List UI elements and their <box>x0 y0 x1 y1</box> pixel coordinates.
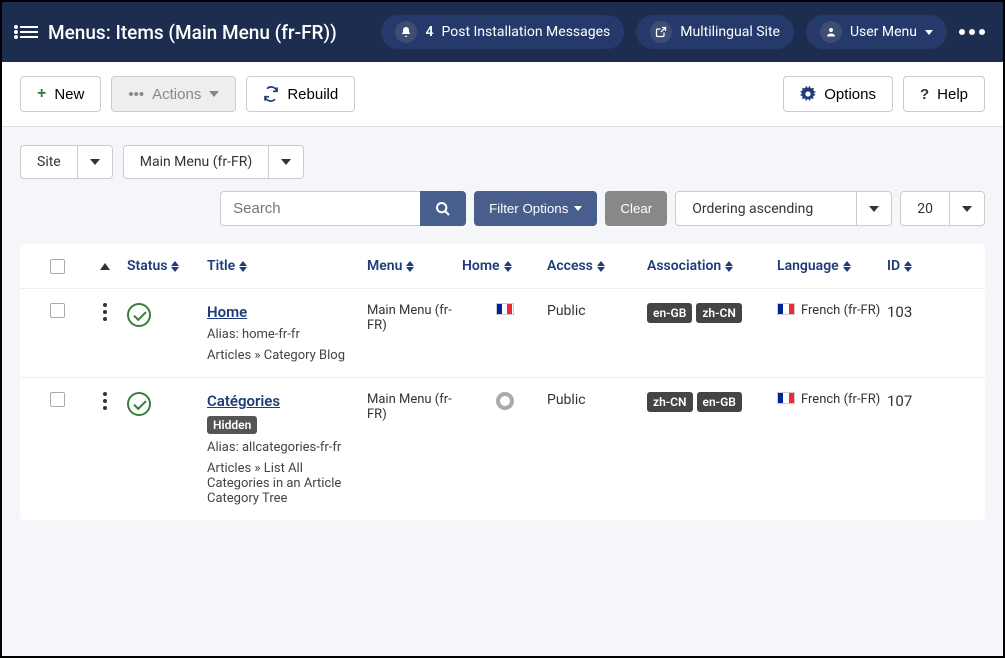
options-label: Options <box>824 86 876 103</box>
question-icon: ? <box>920 86 929 103</box>
item-title-link[interactable]: Catégories <box>207 392 280 410</box>
association-badge[interactable]: zh-CN <box>647 392 693 412</box>
item-language: French (fr-FR) <box>801 392 880 407</box>
hidden-badge: Hidden <box>207 416 257 434</box>
notification-count: 4 <box>425 24 433 40</box>
item-access: Public <box>547 303 586 319</box>
item-access: Public <box>547 392 586 408</box>
help-label: Help <box>937 86 968 103</box>
help-button[interactable]: ? Help <box>903 76 985 112</box>
association-badge[interactable]: en-GB <box>647 303 692 323</box>
item-menu: Main Menu (fr-FR) <box>367 303 462 333</box>
table-row: Home Alias: home-fr-fr Articles » Catego… <box>20 288 985 377</box>
filter-options-button[interactable]: Filter Options <box>474 191 597 226</box>
chevron-down-icon <box>209 91 219 97</box>
item-id: 107 <box>887 392 912 410</box>
status-published-icon[interactable] <box>127 392 151 416</box>
item-path: Articles » List All Categories in an Art… <box>207 461 367 506</box>
status-published-icon[interactable] <box>127 303 151 327</box>
chevron-down-icon[interactable] <box>856 192 891 225</box>
column-home[interactable]: Home <box>462 258 547 274</box>
limit-select[interactable]: 20 <box>900 191 985 226</box>
row-checkbox[interactable] <box>50 303 65 318</box>
home-flag-icon[interactable] <box>496 303 514 315</box>
actions-label: Actions <box>152 86 201 103</box>
home-default-icon[interactable] <box>496 392 514 410</box>
notifications-button[interactable]: 4 Post Installation Messages <box>381 15 624 49</box>
search-button[interactable] <box>420 191 466 226</box>
items-table: Status Title Menu Home Access Associatio… <box>20 244 985 520</box>
column-id[interactable]: ID <box>887 258 942 274</box>
ellipsis-icon: ••• <box>128 86 144 103</box>
chevron-down-icon[interactable] <box>77 146 112 178</box>
chevron-down-icon[interactable] <box>949 192 984 225</box>
item-alias: Alias: allcategories-fr-fr <box>207 440 341 455</box>
client-value: Site <box>21 146 77 178</box>
frontend-link[interactable]: Multilingual Site <box>636 15 794 49</box>
menu-toggle-icon[interactable] <box>20 26 38 38</box>
chevron-down-icon <box>925 30 933 35</box>
row-actions-menu[interactable] <box>103 303 107 321</box>
table-header: Status Title Menu Home Access Associatio… <box>20 244 985 288</box>
clear-button[interactable]: Clear <box>605 191 667 226</box>
column-status[interactable]: Status <box>127 258 207 274</box>
ordering-select[interactable]: Ordering ascending <box>675 191 892 226</box>
column-association[interactable]: Association <box>647 258 777 274</box>
column-menu[interactable]: Menu <box>367 258 462 274</box>
plus-icon: + <box>37 85 46 103</box>
gear-icon <box>800 86 816 102</box>
new-label: New <box>54 86 84 103</box>
menu-select[interactable]: Main Menu (fr-FR) <box>123 145 305 179</box>
user-menu-label: User Menu <box>850 24 917 40</box>
frontend-label: Multilingual Site <box>680 24 780 40</box>
external-link-icon <box>650 21 672 43</box>
refresh-icon <box>263 86 279 102</box>
flag-fr-icon <box>777 392 795 404</box>
item-path: Articles » Category Blog <box>207 348 345 363</box>
column-access[interactable]: Access <box>547 258 647 274</box>
ordering-value: Ordering ascending <box>676 192 856 225</box>
flag-fr-icon <box>777 303 795 315</box>
options-button[interactable]: Options <box>783 76 893 112</box>
search-icon <box>435 201 451 217</box>
row-checkbox[interactable] <box>50 392 65 407</box>
top-header: Menus: Items (Main Menu (fr-FR)) 4 Post … <box>2 2 1003 62</box>
new-button[interactable]: + New <box>20 76 101 112</box>
chevron-down-icon <box>574 206 582 211</box>
filter-options-label: Filter Options <box>489 201 568 216</box>
page-title: Menus: Items (Main Menu (fr-FR)) <box>48 21 337 44</box>
column-ordering[interactable] <box>82 258 127 274</box>
rebuild-button[interactable]: Rebuild <box>246 76 355 112</box>
table-row: Catégories Hidden Alias: allcategories-f… <box>20 377 985 520</box>
item-alias: Alias: home-fr-fr <box>207 327 300 342</box>
toolbar: + New ••• Actions Rebuild Options ? Help <box>2 62 1003 127</box>
menu-value: Main Menu (fr-FR) <box>124 146 269 178</box>
actions-button[interactable]: ••• Actions <box>111 76 236 112</box>
limit-value: 20 <box>901 192 949 225</box>
select-all-checkbox[interactable] <box>50 259 65 274</box>
association-badge[interactable]: en-GB <box>697 392 742 412</box>
item-id: 103 <box>887 303 912 321</box>
sort-asc-icon <box>100 263 110 270</box>
rebuild-label: Rebuild <box>287 86 338 103</box>
client-select[interactable]: Site <box>20 145 113 179</box>
user-menu-button[interactable]: User Menu <box>806 15 947 49</box>
column-language[interactable]: Language <box>777 258 887 274</box>
bell-icon <box>395 21 417 43</box>
search-input[interactable] <box>220 191 420 226</box>
more-menu-button[interactable] <box>959 29 985 35</box>
row-actions-menu[interactable] <box>103 392 107 410</box>
item-menu: Main Menu (fr-FR) <box>367 392 462 422</box>
item-language: French (fr-FR) <box>801 303 880 318</box>
notification-label: Post Installation Messages <box>441 24 610 40</box>
chevron-down-icon[interactable] <box>268 146 303 178</box>
item-title-link[interactable]: Home <box>207 303 247 321</box>
association-badge[interactable]: zh-CN <box>696 303 742 323</box>
column-title[interactable]: Title <box>207 258 367 274</box>
user-icon <box>820 21 842 43</box>
